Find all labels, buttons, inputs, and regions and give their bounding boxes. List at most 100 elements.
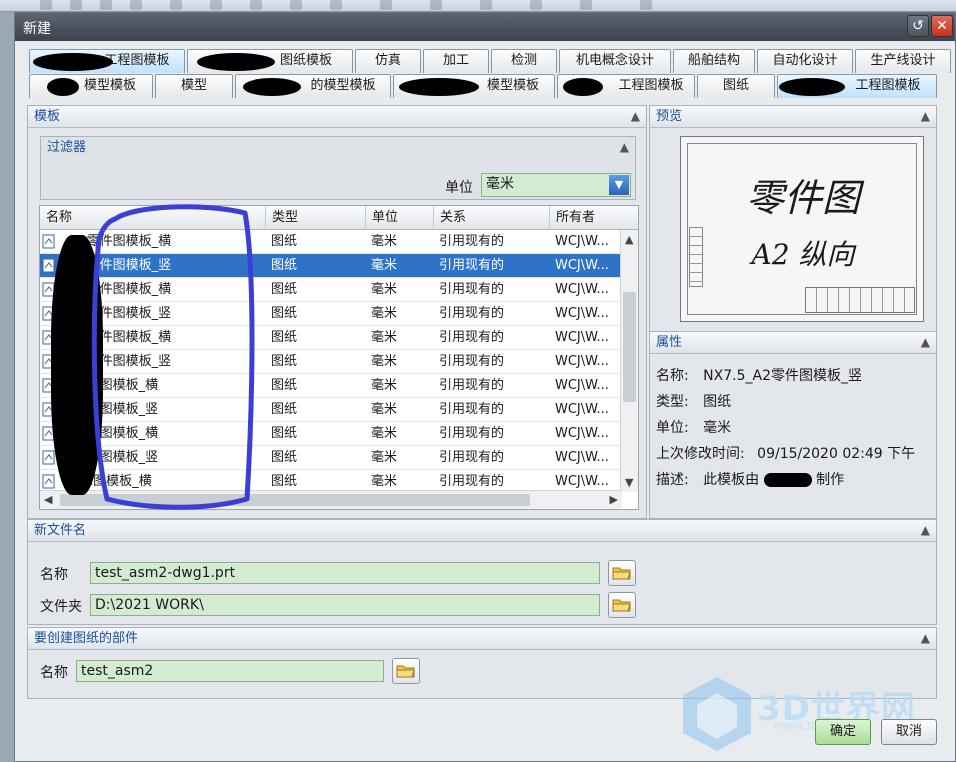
vertical-scrollbar[interactable]: ▲ ▼ [620,230,638,492]
ok-button[interactable]: 确定 [815,719,871,745]
drawing-file-icon [42,474,56,489]
collapse-chevron-icon[interactable]: ▲ [631,106,640,127]
browse-part-button[interactable] [392,658,420,684]
cell-owner: WCJ\W... [555,258,609,273]
cell-unit: 毫米 [371,330,398,345]
cell-owner: WCJ\W... [555,306,609,321]
folder-input[interactable]: D:\2021 WORK\ [90,594,600,616]
template-panel-header[interactable]: 模板 ▲ [28,106,646,128]
property-desc-suffix: 制作 [816,472,845,488]
redaction-mark [243,78,301,96]
cell-relation: 引用现有的 [439,282,505,297]
property-name: 名称: NX7.5_A2零件图模板_竖 [656,365,862,385]
cell-type: 图纸 [271,426,298,441]
dialog-titlebar: 新建 ↺ ✕ [15,13,955,41]
cell-owner: WCJ\W... [555,330,609,345]
preview-panel: 预览 ▲ 零件图 A2 纵向 [649,105,937,333]
watermark-logo [677,673,757,753]
close-icon[interactable]: ✕ [931,15,953,37]
filter-header[interactable]: 过滤器 ▲ [41,137,635,159]
cell-type: 图纸 [271,306,298,321]
drawing-file-icon [42,258,56,273]
collapse-chevron-icon[interactable]: ▲ [921,628,930,649]
unit-select[interactable]: 毫米 ▼ [481,173,631,197]
part-panel-title: 要创建图纸的部件 [34,631,139,646]
collapse-chevron-icon[interactable]: ▲ [921,520,930,541]
cell-unit: 毫米 [371,402,398,417]
drawing-file-icon [42,234,56,249]
part-panel-header[interactable]: 要创建图纸的部件 ▲ [28,628,936,650]
property-type: 类型: 图纸 [656,391,731,411]
cell-owner: WCJ\W... [555,282,609,297]
property-description: 描述: 此模板由 制作 [656,469,844,489]
preview-panel-title: 预览 [656,109,683,124]
cell-relation: 引用现有的 [439,450,505,465]
property-name-value: NX7.5_A2零件图模板_竖 [703,368,862,384]
cell-owner: WCJ\W... [555,450,609,465]
new-file-panel-header[interactable]: 新文件名 ▲ [28,520,936,542]
scroll-up-icon[interactable]: ▲ [625,233,633,246]
cell-unit: 毫米 [371,354,398,369]
tab-model[interactable]: 模型 [155,74,233,98]
redaction-mark [763,473,812,487]
revision-column [689,227,703,287]
drawing-file-icon [42,450,56,465]
cell-unit: 毫米 [371,306,398,321]
cell-type: 图纸 [271,282,298,297]
scroll-down-icon[interactable]: ▼ [625,476,633,489]
browse-folder-button[interactable] [608,592,636,618]
browse-file-button[interactable] [608,560,636,586]
scroll-left-icon[interactable]: ◀ [44,493,52,506]
tab-drawing[interactable]: 图纸 [697,74,775,98]
cell-unit: 毫米 [371,378,398,393]
cell-owner: WCJ\W... [555,234,609,249]
filter-title: 过滤器 [47,140,87,155]
property-name-label: 名称: [656,368,689,384]
annotation-loop [91,204,255,510]
cell-unit: 毫米 [371,282,398,297]
title-block [805,287,915,313]
column-header-owner[interactable]: 所有者 [550,206,638,230]
tab-inspection[interactable]: 检测 [491,49,557,73]
filter-collapse-icon[interactable]: ▲ [620,137,629,158]
property-unit-label: 单位: [656,420,689,436]
preview-subtitle-text: A2 纵向 [751,238,855,271]
cell-relation: 引用现有的 [439,330,505,345]
column-header-type[interactable]: 类型 [266,206,366,230]
part-name-input[interactable]: test_asm2 [76,660,384,682]
scrollbar-thumb[interactable] [623,292,636,402]
tab-ship-structure[interactable]: 船舶结构 [673,49,755,73]
property-unit: 单位: 毫米 [656,417,731,437]
properties-panel-header[interactable]: 属性 ▲ [650,332,936,354]
tab-automation[interactable]: 自动化设计 [757,49,853,73]
column-header-relation[interactable]: 关系 [434,206,550,230]
reset-icon[interactable]: ↺ [907,15,929,37]
property-modified: 上次修改时间: 09/15/2020 02:49 下午 [656,443,915,463]
tab-simulation[interactable]: 仿真 [355,49,421,73]
chevron-down-icon[interactable]: ▼ [609,175,629,195]
tab-machining[interactable]: 加工 [423,49,489,73]
cell-type: 图纸 [271,234,298,249]
redaction-mark [47,78,79,96]
scroll-right-icon[interactable]: ▶ [610,493,618,506]
redaction-mark [563,78,603,96]
cell-type: 图纸 [271,258,298,273]
background-toolbar-strip [0,0,956,12]
cell-owner: WCJ\W... [555,402,609,417]
cancel-button[interactable]: 取消 [881,719,937,745]
folder-label: 文件夹 [40,599,82,615]
column-header-unit[interactable]: 单位 [366,206,434,230]
folder-icon [612,599,631,612]
tab-production-line[interactable]: 生产线设计 [855,49,951,73]
new-file-panel: 新文件名 ▲ 名称 test_asm2-dwg1.prt 文件夹 D:\2021… [27,519,937,625]
file-name-input[interactable]: test_asm2-dwg1.prt [90,562,600,584]
template-panel-title: 模板 [34,109,61,124]
preview-panel-header[interactable]: 预览 ▲ [650,106,936,128]
cell-unit: 毫米 [371,426,398,441]
cell-type: 图纸 [271,330,298,345]
collapse-chevron-icon[interactable]: ▲ [921,332,930,353]
cell-relation: 引用现有的 [439,258,505,273]
tab-mechatronics[interactable]: 机电概念设计 [559,49,671,73]
property-type-label: 类型: [656,394,689,410]
collapse-chevron-icon[interactable]: ▲ [921,106,930,127]
